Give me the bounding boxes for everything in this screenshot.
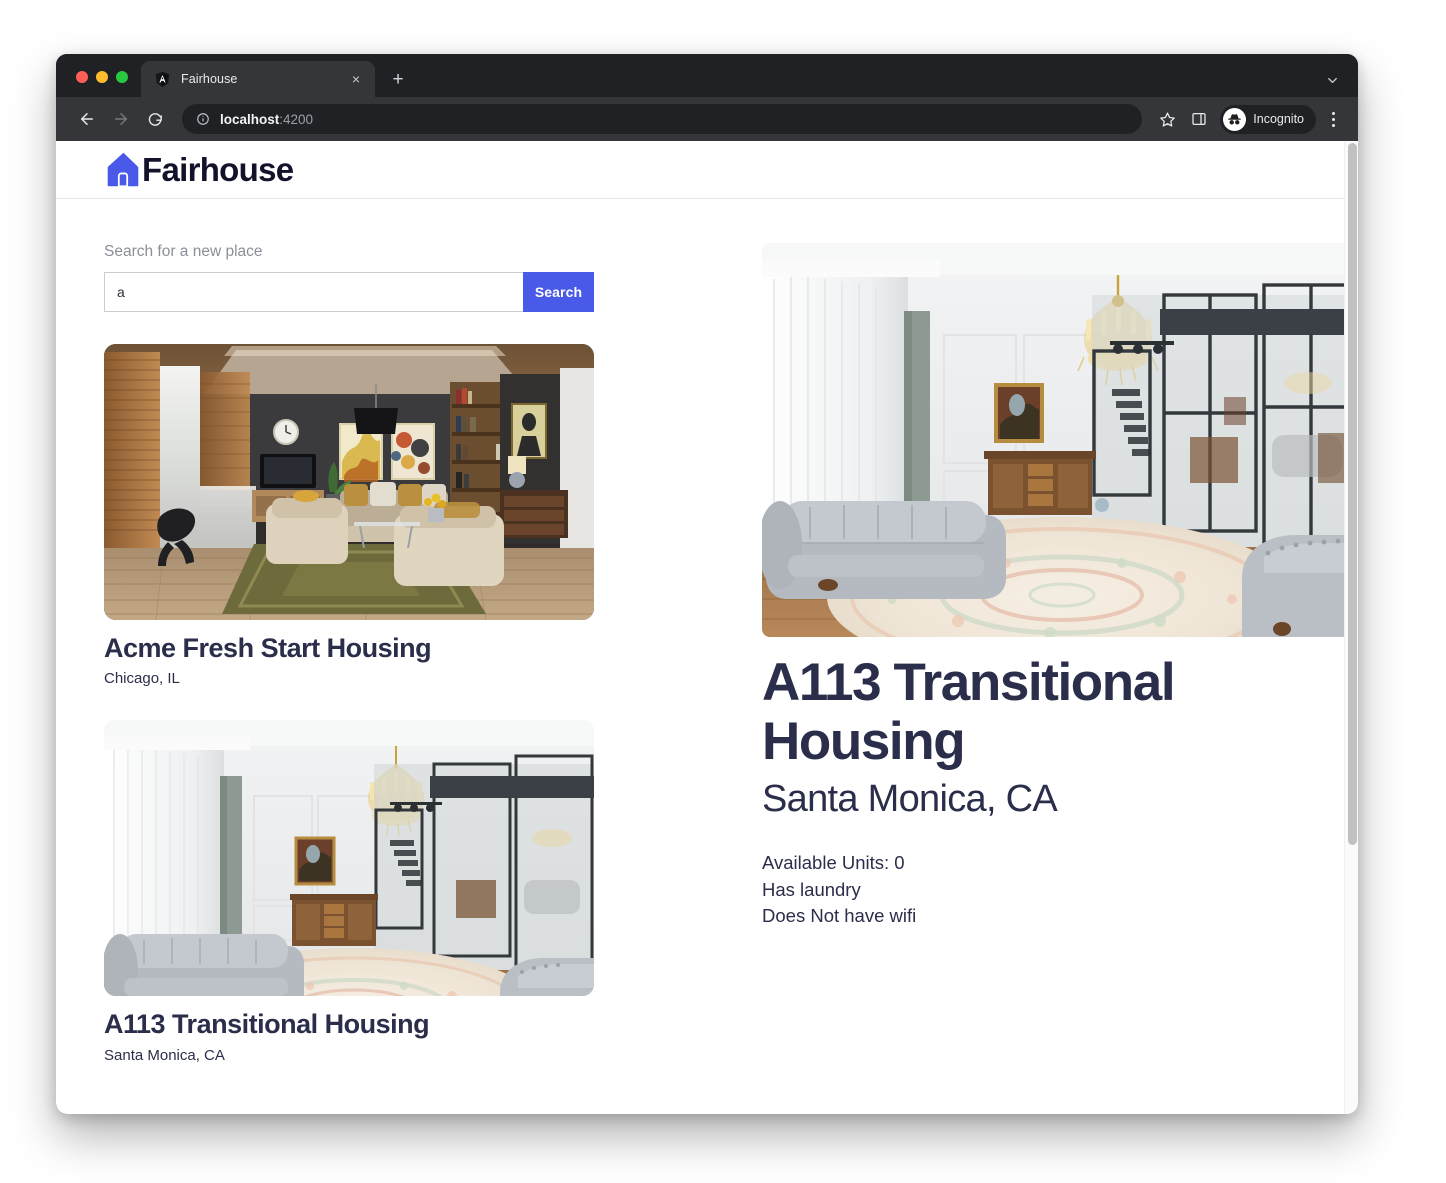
detail-feature-units: Available Units: 0 [762, 852, 905, 874]
info-circle-icon[interactable] [196, 112, 210, 126]
listing-name: A113 Transitional Housing [104, 1009, 430, 1040]
results-column: Search for a new place Search [104, 243, 656, 1065]
tab-strip: Fairhouse × + [56, 54, 1358, 97]
incognito-hat-icon [1223, 107, 1247, 131]
listing-photo[interactable] [104, 720, 594, 997]
profile-chip[interactable]: Incognito [1220, 104, 1316, 134]
listing-photo[interactable] [104, 343, 594, 620]
house-logo-icon [104, 150, 142, 190]
maximize-window-button[interactable] [116, 71, 128, 83]
search-form: Search [104, 271, 594, 312]
browser-tab[interactable]: Fairhouse × [141, 61, 375, 97]
brand[interactable]: Fairhouse [104, 150, 294, 190]
chevron-down-icon[interactable] [1325, 73, 1340, 88]
page-content: Fairhouse Search for a new place Search [56, 141, 1358, 1114]
minimize-window-button[interactable] [96, 71, 108, 83]
brand-name: Fairhouse [142, 151, 294, 188]
address-bar[interactable]: localhost:4200 [182, 104, 1143, 134]
detail-feature-wifi: Does Not have wifi [762, 904, 917, 926]
toolbar-actions: Incognito [1152, 104, 1346, 134]
listing-city: Santa Monica, CA [104, 1046, 225, 1064]
detail-features: Available Units: 0 Has laundry Does Not … [762, 850, 1358, 929]
main-content: Search for a new place Search [56, 199, 1358, 1065]
search-input[interactable] [104, 271, 523, 312]
detail-name: A113 Transitional Housing [762, 653, 1176, 772]
search-button[interactable]: Search [523, 271, 594, 312]
listing-name: Acme Fresh Start Housing [104, 632, 432, 663]
side-panel-icon[interactable] [1184, 104, 1214, 134]
close-window-button[interactable] [76, 71, 88, 83]
new-tab-button[interactable]: + [384, 65, 412, 93]
star-icon[interactable] [1152, 104, 1182, 134]
page-scrollbar-thumb[interactable] [1348, 143, 1357, 845]
listing-city: Chicago, IL [104, 670, 180, 688]
three-dots-icon[interactable] [1320, 104, 1346, 134]
tab-title: Fairhouse [181, 72, 238, 86]
window-controls [56, 71, 141, 97]
detail-city: Santa Monica, CA [762, 777, 1058, 820]
listing-detail: A113 Transitional Housing Santa Monica, … [656, 243, 1358, 1065]
page-viewport: Fairhouse Search for a new place Search [56, 141, 1358, 1114]
close-tab-button[interactable]: × [347, 70, 365, 88]
profile-label: Incognito [1253, 112, 1304, 126]
listing-card[interactable]: Acme Fresh Start Housing Chicago, IL [104, 343, 594, 689]
angular-shield-icon [154, 71, 171, 88]
reload-button[interactable] [140, 104, 170, 134]
detail-photo [762, 243, 1358, 637]
address-bar-url: localhost:4200 [220, 112, 313, 127]
listing-card[interactable]: A113 Transitional Housing Santa Monica, … [104, 720, 594, 1065]
browser-toolbar: localhost:4200 Incognito [56, 97, 1358, 141]
app-header: Fairhouse [56, 141, 1344, 199]
page-scrollbar[interactable] [1344, 141, 1358, 1114]
browser-window: Fairhouse × + localhost:4200 Incognito F… [56, 54, 1358, 1114]
search-label: Search for a new place [104, 243, 263, 260]
back-button[interactable] [72, 104, 102, 134]
forward-button[interactable] [106, 104, 136, 134]
detail-feature-laundry: Has laundry [762, 878, 861, 900]
url-host: localhost [220, 111, 280, 127]
url-port: :4200 [279, 111, 314, 127]
